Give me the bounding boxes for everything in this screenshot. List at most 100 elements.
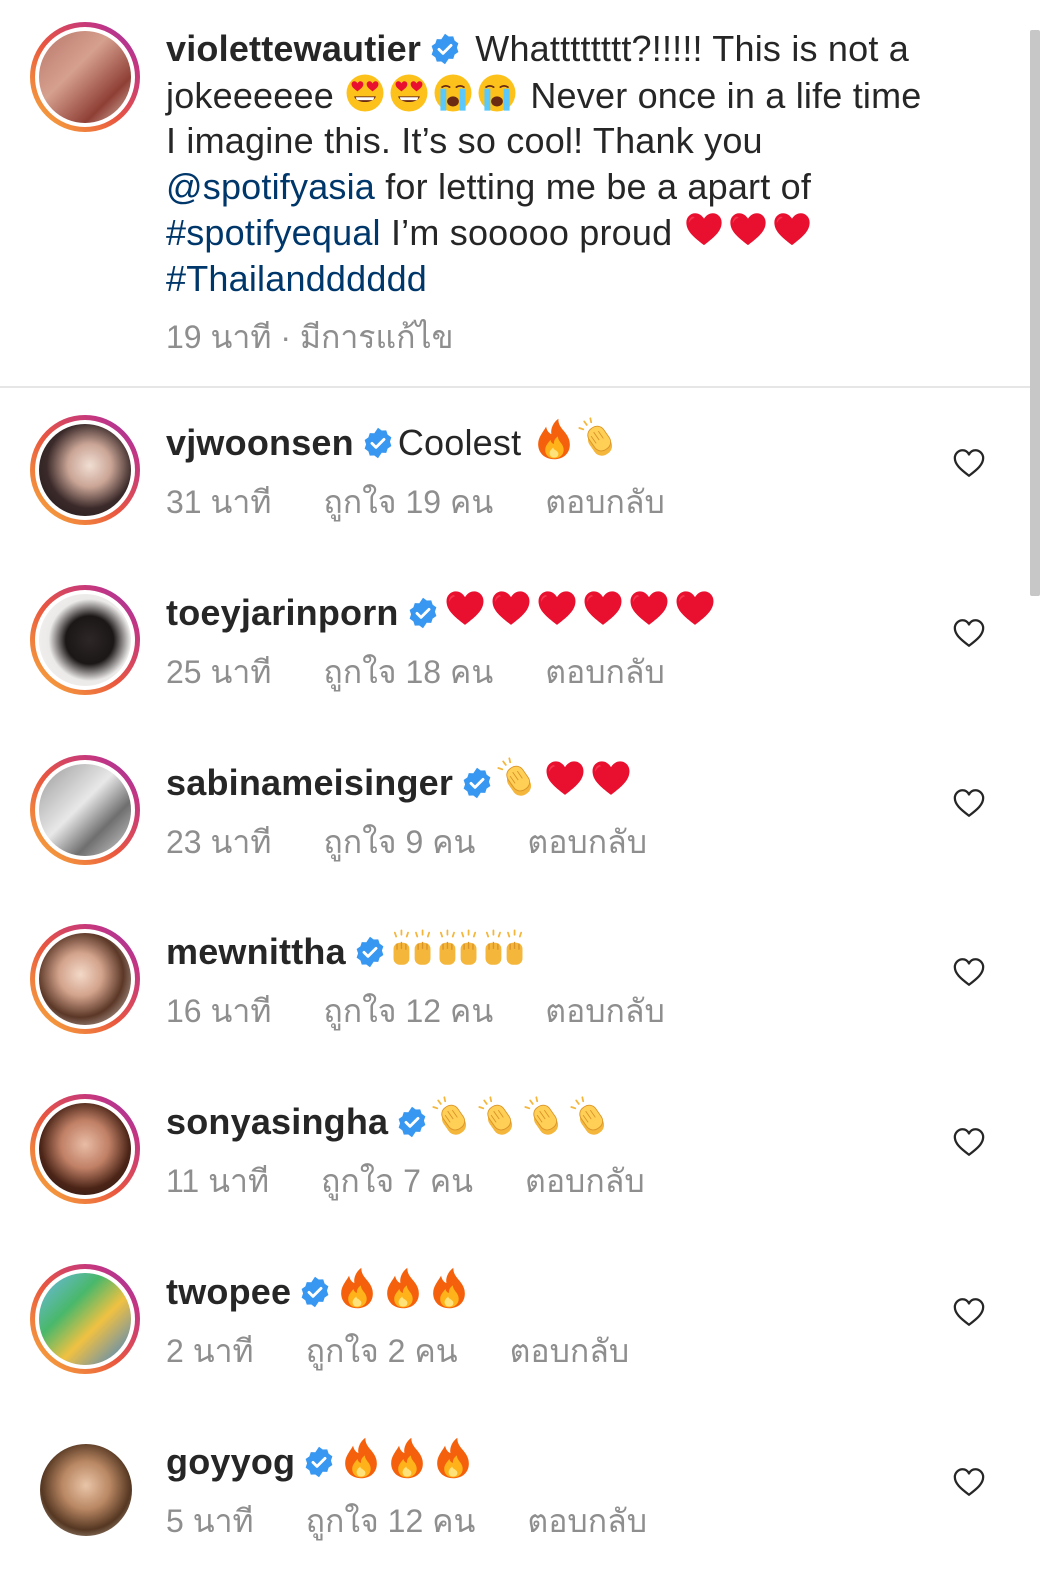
comment-item: vjwoonsen Coolest 31 นาที ถูกใจ 19 คน ตอบกล… xyxy=(0,395,1030,565)
comment-likes-count[interactable]: ถูกใจ 2 คน xyxy=(306,1326,458,1377)
comment-username[interactable]: toeyjarinporn xyxy=(166,592,399,633)
comment-username[interactable]: vjwoonsen xyxy=(166,422,354,463)
heart-emoji-icon xyxy=(446,591,484,625)
clap-emoji-icon xyxy=(570,1096,605,1135)
verified-badge-icon xyxy=(398,1106,426,1138)
heart-like-icon[interactable] xyxy=(952,956,986,988)
comment-likes-count[interactable]: ถูกใจ 19 คน xyxy=(323,477,493,528)
avatar[interactable] xyxy=(30,585,140,695)
comment-text: twopee xyxy=(166,1266,936,1315)
reply-button[interactable]: ตอบกลับ xyxy=(510,1326,630,1377)
heart-eyes-emoji-emoji-icon xyxy=(346,74,384,111)
raised-hands-emoji-icon xyxy=(439,929,477,965)
raised-hands-emoji-icon xyxy=(485,929,523,965)
scrollbar[interactable] xyxy=(1030,30,1040,596)
comment-emojis xyxy=(390,929,528,972)
avatar[interactable] xyxy=(30,1094,140,1204)
clap-emoji-icon xyxy=(432,1096,467,1135)
verified-badge-icon xyxy=(409,597,437,629)
comment-username[interactable]: goyyog xyxy=(166,1441,295,1482)
comment-meta: 5 นาที ถูกใจ 12 คน ตอบกลับ xyxy=(166,1496,647,1547)
comment-item: toeyjarinporn 25 นาที ถูกใจ 18 คน ตอบกลับ xyxy=(0,565,1030,735)
red-heart-emoji-emoji-icon xyxy=(685,213,722,246)
heart-like-icon[interactable] xyxy=(952,787,986,819)
comment-likes-count[interactable]: ถูกใจ 12 คน xyxy=(323,986,493,1037)
comment-emojis xyxy=(497,757,635,803)
comment-text: vjwoonsen Coolest xyxy=(166,417,936,466)
avatar[interactable] xyxy=(30,1434,140,1544)
comment-body: Coolest xyxy=(397,422,522,463)
verified-badge-icon xyxy=(305,1446,333,1478)
red-heart-emoji-emoji-icon xyxy=(729,213,766,246)
comment-item: sonyasingha 11 นาที ถูกใจ 7 คน ตอบกลับ xyxy=(0,1074,1030,1244)
reply-button[interactable]: ตอบกลับ xyxy=(527,1496,647,1547)
heart-emoji-icon xyxy=(492,591,530,625)
reply-button[interactable]: ตอบกลับ xyxy=(527,817,647,868)
reply-button[interactable]: ตอบกลับ xyxy=(545,647,665,698)
heart-emoji-icon xyxy=(546,761,584,795)
clap-emoji-icon xyxy=(497,757,532,796)
comment-time: 11 นาที xyxy=(166,1163,270,1199)
mention-link[interactable]: @spotifyasia xyxy=(166,166,375,207)
comment-text: sonyasingha xyxy=(166,1096,936,1145)
avatar[interactable] xyxy=(30,415,140,525)
comment-meta: 2 นาที ถูกใจ 2 คน ตอบกลับ xyxy=(166,1326,629,1377)
caption-meta: 19 นาที · มีการแก้ไข xyxy=(166,319,454,355)
hashtag-link[interactable]: #Thailandddddd xyxy=(166,258,427,299)
heart-like-icon[interactable] xyxy=(952,1126,986,1158)
red-heart-emoji-emoji-icon xyxy=(773,213,810,246)
heart-like-icon[interactable] xyxy=(952,447,986,479)
comment-time: 2 นาที xyxy=(166,1333,254,1369)
comment-username[interactable]: sonyasingha xyxy=(166,1101,388,1142)
comment-username[interactable]: sabinameisinger xyxy=(166,762,453,803)
clap-emoji-icon xyxy=(478,1096,513,1135)
comment-emojis xyxy=(335,1267,473,1312)
comment-text: sabinameisinger xyxy=(166,757,936,806)
heart-emoji-icon xyxy=(538,591,576,625)
heart-eyes-emoji-emoji-icon xyxy=(390,74,428,111)
raised-hands-emoji-icon xyxy=(393,929,431,965)
comment-time: 25 นาที xyxy=(166,654,272,690)
fire-emoji-icon xyxy=(433,1267,466,1309)
avatar[interactable] xyxy=(30,924,140,1034)
reply-button[interactable]: ตอบกลับ xyxy=(525,1156,645,1207)
verified-badge-icon xyxy=(431,33,459,65)
comment-meta: 16 นาที ถูกใจ 12 คน ตอบกลับ xyxy=(166,986,665,1037)
caption-emojis-1 xyxy=(344,74,520,116)
verified-badge-icon xyxy=(463,767,491,799)
comment-meta: 11 นาที ถูกใจ 7 คน ตอบกลับ xyxy=(166,1156,645,1207)
avatar[interactable] xyxy=(30,1264,140,1374)
comment-username[interactable]: twopee xyxy=(166,1271,291,1312)
comment-likes-count[interactable]: ถูกใจ 7 คน xyxy=(321,1156,473,1207)
comment-item: goyyog 5 นาที ถูกใจ 12 คน ตอบกลับ xyxy=(0,1414,1030,1584)
comment-time: 5 นาที xyxy=(166,1503,254,1539)
hashtag-link[interactable]: #spotifyequal xyxy=(166,212,381,253)
comment-time: 23 นาที xyxy=(166,824,272,860)
loudly-crying-emoji-emoji-icon xyxy=(478,74,516,111)
heart-like-icon[interactable] xyxy=(952,1296,986,1328)
comment-likes-count[interactable]: ถูกใจ 12 คน xyxy=(306,1496,476,1547)
heart-like-icon[interactable] xyxy=(952,617,986,649)
reply-button[interactable]: ตอบกลับ xyxy=(545,477,665,528)
comment-username[interactable]: mewnittha xyxy=(166,931,346,972)
username[interactable]: violettewautier xyxy=(166,28,421,69)
comment-emojis xyxy=(443,591,719,633)
comment-text: toeyjarinporn xyxy=(166,587,936,636)
comment-meta: 31 นาที ถูกใจ 19 คน ตอบกลับ xyxy=(166,477,665,528)
comment-likes-count[interactable]: ถูกใจ 18 คน xyxy=(323,647,493,698)
heart-emoji-icon xyxy=(592,761,630,795)
comment-likes-count[interactable]: ถูกใจ 9 คน xyxy=(323,817,475,868)
avatar[interactable] xyxy=(30,755,140,865)
caption-text: violettewautier Whatttttttt?!!!!! This i… xyxy=(166,26,936,301)
caption-text-4: I’m sooooo proud xyxy=(380,212,683,253)
comment-time: 31 นาที xyxy=(166,484,272,520)
fire-emoji-icon xyxy=(345,1437,378,1479)
loudly-crying-emoji-emoji-icon xyxy=(434,74,472,111)
reply-button[interactable]: ตอบกลับ xyxy=(545,986,665,1037)
fire-emoji-icon xyxy=(387,1267,420,1309)
avatar[interactable] xyxy=(30,22,140,132)
verified-badge-icon xyxy=(356,936,384,968)
comment-item: twopee 2 นาที ถูกใจ 2 คน ตอบกลับ xyxy=(0,1244,1030,1414)
heart-like-icon[interactable] xyxy=(952,1466,986,1498)
fire-emoji-icon xyxy=(341,1267,374,1309)
